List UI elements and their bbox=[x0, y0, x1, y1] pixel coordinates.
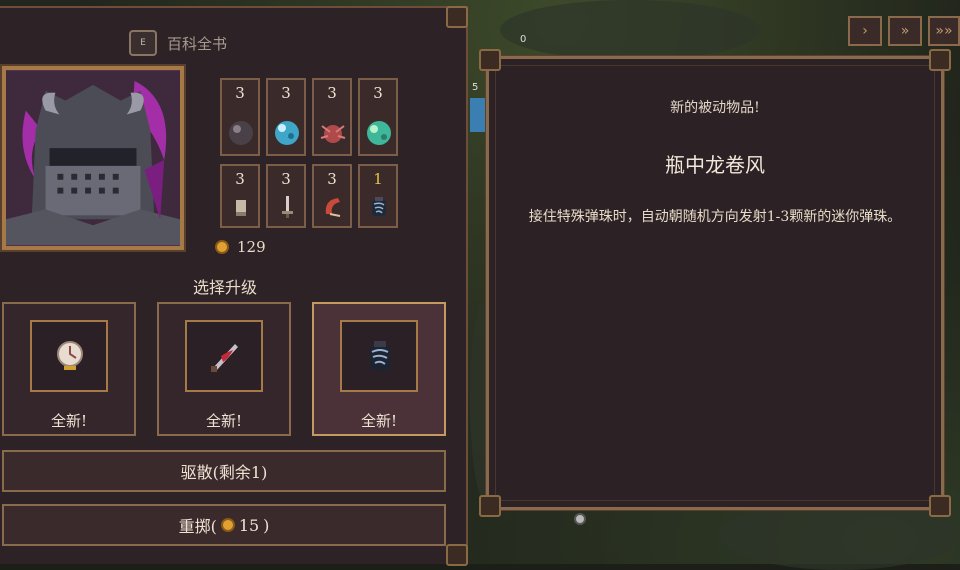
gold-counter: 129 bbox=[215, 238, 266, 256]
bloody-sword-icon bbox=[211, 344, 238, 372]
book-key-icon: E bbox=[129, 30, 157, 56]
world-marker-label: 0 bbox=[520, 34, 527, 45]
panel-corner-ornament bbox=[479, 495, 501, 517]
dark-orb-icon bbox=[229, 121, 253, 145]
inventory-slot[interactable]: 3 bbox=[220, 78, 260, 156]
frost-orb-icon bbox=[275, 121, 299, 145]
terrain-patch bbox=[720, 500, 960, 570]
inventory-slot[interactable]: 3 bbox=[220, 164, 260, 228]
gold-amount: 129 bbox=[237, 238, 266, 256]
item-name: 瓶中龙卷风 bbox=[665, 153, 765, 177]
banish-button[interactable]: 驱散(剩余1) bbox=[2, 450, 446, 492]
fast-speed-button[interactable]: » bbox=[888, 16, 922, 46]
play-speed-button[interactable]: › bbox=[848, 16, 882, 46]
inventory-slot[interactable]: 3 bbox=[358, 78, 398, 156]
horned-knight-helmet-icon bbox=[6, 71, 180, 245]
inventory-slot[interactable]: 3 bbox=[312, 78, 352, 156]
item-type-label: 新的被动物品! bbox=[670, 100, 760, 116]
upgrade-option-card[interactable]: 全新! bbox=[157, 302, 291, 436]
upgrade-icon-frame bbox=[30, 320, 108, 392]
item-count: 3 bbox=[281, 84, 291, 102]
tornado-bottle-icon bbox=[370, 341, 390, 370]
reroll-suffix: ) bbox=[263, 515, 270, 535]
world-level-label: 5 bbox=[472, 82, 479, 93]
upgrade-option-label: 全新! bbox=[360, 412, 398, 430]
banish-label: 驱散(剩余1) bbox=[180, 463, 268, 482]
item-count: 3 bbox=[373, 84, 383, 102]
terrain-patch bbox=[500, 0, 760, 60]
codex-label: 百科全书 bbox=[167, 34, 228, 53]
compass-clock-icon bbox=[57, 341, 83, 370]
reroll-cost: 15 bbox=[238, 515, 260, 535]
item-count: 3 bbox=[327, 84, 337, 102]
inventory-slot[interactable]: 3 bbox=[312, 164, 352, 228]
panel-corner-ornament bbox=[929, 49, 951, 71]
reroll-label: 重掷( bbox=[178, 517, 217, 536]
upgrade-option-label: 全新! bbox=[205, 412, 243, 430]
upgrade-option-label: 全新! bbox=[50, 412, 88, 430]
inventory-slot[interactable]: 3 bbox=[266, 164, 306, 228]
description-inner-frame bbox=[495, 65, 935, 501]
item-count: 3 bbox=[281, 170, 291, 188]
tornado-bottle-icon bbox=[372, 197, 386, 216]
gold-coin-icon bbox=[220, 518, 235, 532]
gold-coin-icon bbox=[215, 240, 229, 254]
panel-corner-ornament bbox=[929, 495, 951, 517]
item-count: 3 bbox=[235, 170, 245, 188]
item-count: 1 bbox=[373, 170, 383, 188]
upgrade-section-title: 选择升级 bbox=[192, 278, 257, 297]
panel-corner-ornament bbox=[446, 6, 468, 28]
panel-corner-ornament bbox=[479, 49, 501, 71]
gauntlet-icon bbox=[236, 200, 246, 216]
green-crystal-orb-icon bbox=[367, 121, 391, 145]
pinball-ball bbox=[574, 513, 586, 525]
fastest-speed-button[interactable]: »» bbox=[928, 16, 960, 46]
upgrade-option-card[interactable]: 全新! bbox=[2, 302, 136, 436]
upgrade-icon-frame bbox=[185, 320, 263, 392]
upgrade-icon-frame bbox=[340, 320, 418, 392]
horn-icon bbox=[325, 198, 341, 217]
dagger-icon bbox=[282, 196, 293, 218]
panel-corner-ornament bbox=[446, 544, 468, 566]
spider-orb-icon bbox=[320, 125, 346, 143]
reroll-button[interactable]: 重掷( 15 ) bbox=[2, 504, 446, 546]
item-count: 3 bbox=[327, 170, 337, 188]
item-description-panel: 新的被动物品! 瓶中龙卷风 接住特殊弹珠时，自动朝随机方向发射1-3颗新的迷你弹… bbox=[479, 49, 951, 517]
inventory-slot[interactable]: 3 bbox=[266, 78, 306, 156]
hero-portrait bbox=[0, 64, 186, 252]
codex-button[interactable]: E 百科全书 bbox=[129, 28, 227, 58]
item-count: 3 bbox=[235, 84, 245, 102]
item-description-text: 接住特殊弹珠时，自动朝随机方向发射1-3颗新的迷你弹珠。 bbox=[528, 209, 902, 225]
upgrade-option-card-selected[interactable]: 全新! bbox=[312, 302, 446, 436]
inventory-slot[interactable]: 1 bbox=[358, 164, 398, 228]
